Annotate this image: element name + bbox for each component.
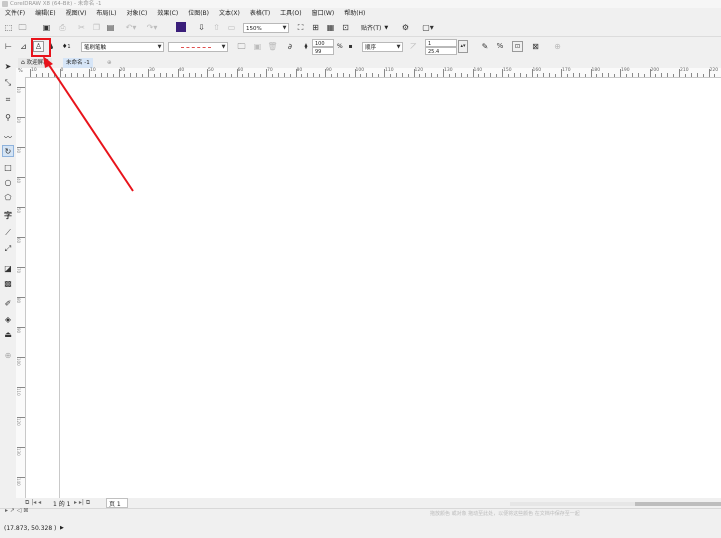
page-tab-label: 页 1 xyxy=(109,501,121,508)
annotation-arrow xyxy=(43,56,134,192)
annotation-arrow-line xyxy=(46,61,134,192)
page-info: 1 的 1 xyxy=(53,501,71,508)
cursor-coordinates: (17.873, 50.328 ) xyxy=(4,525,57,532)
page-tab-1[interactable]: 页 1 xyxy=(106,498,128,508)
horizontal-scrollbar[interactable] xyxy=(510,502,721,506)
status-bar: ▸ ↗ ◁ ⊠ 拖放颜色 或对象 拖动至此处，以便将这些颜色 在文档中保存至一起… xyxy=(0,507,721,538)
cursor-tool-icons[interactable]: ▸ ↗ ◁ ⊠ xyxy=(5,507,28,514)
annotation-arrow-head xyxy=(43,56,53,68)
color-hint-text: 拖放颜色 或对象 拖动至此处，以便将这些颜色 在文档中保存至一起 xyxy=(430,511,580,517)
next-page-icon[interactable]: ▸ ▸| ⧉ xyxy=(74,499,90,507)
status-expand-icon[interactable]: ▶ xyxy=(60,525,64,531)
first-page-icon[interactable]: ⧉ |◂ ◂ xyxy=(25,499,41,507)
page-navigator: ⧉ |◂ ◂ 1 的 1 ▸ ▸| ⧉ 页 1 xyxy=(16,498,721,508)
scrollbar-thumb[interactable] xyxy=(635,502,721,506)
